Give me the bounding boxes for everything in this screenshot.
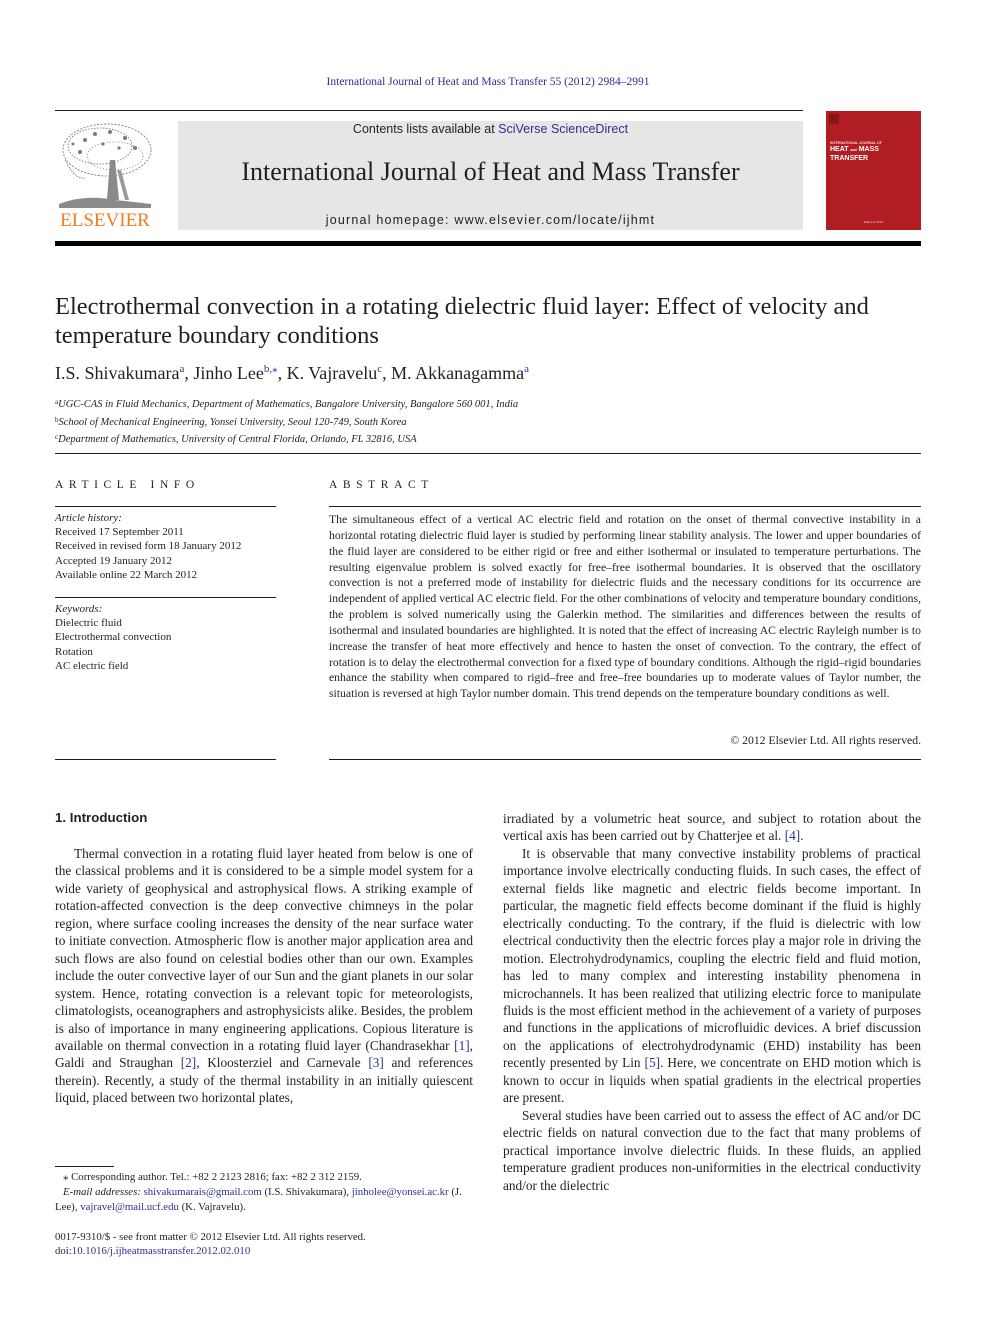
article-info-rule	[55, 759, 276, 760]
affiliations: aUGC-CAS in Fluid Mechanics, Department …	[55, 395, 921, 448]
author-name[interactable]: K. Vajravelu	[287, 363, 378, 383]
contents-prefix: Contents lists available at	[352, 122, 499, 136]
history-item: Received in revised form 18 January 2012	[55, 540, 242, 553]
keyword: Rotation	[55, 645, 93, 658]
article-title: Electrothermal convection in a rotating …	[55, 293, 869, 349]
affiliation-text: School of Mechanical Engineering, Yonsei…	[58, 416, 407, 428]
journal-cover-thumbnail[interactable]: INTERNATIONAL JOURNAL OF HEAT and MASS T…	[826, 111, 921, 230]
author-name[interactable]: I.S. Shivakumara	[55, 363, 179, 383]
article-info-heading: ARTICLE INFO	[55, 479, 200, 491]
corresponding-author-note: ⁎ Corresponding author. Tel.: +82 2 2123…	[63, 1171, 362, 1183]
history-item: Accepted 19 January 2012	[55, 554, 172, 567]
abstract-copyright: © 2012 Elsevier Ltd. All rights reserved…	[730, 734, 921, 747]
affiliation-text: Department of Mathematics, University of…	[58, 434, 417, 445]
affiliation-text: UGC-CAS in Fluid Mechanics, Department o…	[58, 399, 519, 410]
body-column-right: irradiated by a volumetric heat source, …	[503, 810, 921, 1194]
journal-citation[interactable]: International Journal of Heat and Mass T…	[0, 76, 976, 88]
sciencedirect-link[interactable]: SciVerse ScienceDirect	[498, 122, 628, 136]
elsevier-wordmark: ELSEVIER	[60, 210, 150, 231]
doi-line: doi:10.1016/j.ijheatmasstransfer.2012.02…	[55, 1245, 251, 1258]
affiliation: aUGC-CAS in Fluid Mechanics, Department …	[55, 395, 921, 413]
affiliation: cDepartment of Mathematics, University o…	[55, 430, 921, 448]
article-info-rule	[55, 597, 276, 598]
history-item: Available online 22 March 2012	[55, 568, 198, 581]
keywords-label: Keywords:	[55, 603, 103, 615]
contents-line: Contents lists available at SciVerse Sci…	[178, 122, 803, 136]
abstract-rule	[329, 506, 921, 507]
body-column-left: Thermal convection in a rotating fluid l…	[55, 845, 473, 1107]
reference-link[interactable]: [5]	[645, 1055, 661, 1070]
front-matter-copyright: 0017-9310/$ - see front matter © 2012 El…	[55, 1231, 366, 1243]
reference-link[interactable]: [1]	[454, 1038, 470, 1053]
author-name[interactable]: M. Akkanagamma	[391, 363, 524, 383]
article-info-rule	[55, 506, 276, 507]
author-affil-mark[interactable]: b,⁎	[264, 363, 278, 375]
author-list: I.S. Shivakumaraa, Jinho Leeb,⁎, K. Vajr…	[55, 363, 530, 383]
cover-subtitle: INTERNATIONAL JOURNAL OF	[830, 141, 882, 145]
abstract-heading: ABSTRACT	[329, 479, 434, 491]
email-addresses: E-mail addresses: shivakumarais@gmail.co…	[55, 1186, 462, 1213]
keyword: Electrothermal convection	[55, 631, 172, 644]
keyword: Dielectric fluid	[55, 617, 122, 630]
body-paragraph: irradiated by a volumetric heat source, …	[503, 811, 921, 844]
history-item: Received 17 September 2011	[55, 526, 184, 539]
email-link[interactable]: jinholee@yonsei.ac.kr	[352, 1186, 449, 1198]
body-paragraph: Several studies have been carried out to…	[503, 1107, 921, 1193]
cover-title-heat: HEAT	[830, 146, 849, 153]
elsevier-logo[interactable]: ELSEVIER	[55, 120, 155, 232]
email-link[interactable]: shivakumarais@gmail.com	[144, 1186, 262, 1198]
front-matter: 0017-9310/$ - see front matter © 2012 El…	[55, 1230, 473, 1259]
doi-link[interactable]: 10.1016/j.ijheatmasstransfer.2012.02.010	[72, 1245, 250, 1257]
cover-title-transfer: TRANSFER	[830, 154, 869, 162]
email-label: E-mail addresses:	[63, 1186, 144, 1198]
elsevier-tree-icon	[59, 123, 152, 208]
footnotes: ⁎ Corresponding author. Tel.: +82 2 2123…	[55, 1170, 473, 1215]
journal-banner: Contents lists available at SciVerse Sci…	[178, 121, 803, 230]
cover-title: HEAT and MASS TRANSFER	[830, 146, 879, 162]
author-name[interactable]: Jinho Lee	[193, 363, 263, 383]
journal-title: International Journal of Heat and Mass T…	[241, 157, 740, 186]
reference-link[interactable]: [2]	[181, 1055, 197, 1070]
keyword: AC electric field	[55, 659, 129, 672]
reference-link[interactable]: [4]	[785, 828, 801, 843]
keywords: Keywords: Dielectric fluid Electrotherma…	[55, 602, 276, 673]
body-paragraph: Thermal convection in a rotating fluid l…	[55, 846, 473, 1106]
cover-title-and: and	[850, 148, 857, 152]
affiliation: bSchool of Mechanical Engineering, Yonse…	[55, 413, 921, 431]
header-rule	[55, 110, 803, 111]
cover-title-mass: MASS	[858, 146, 879, 153]
article-history: Article history: Received 17 September 2…	[55, 511, 276, 582]
author-affil-mark[interactable]: c	[377, 363, 382, 375]
cover-logo-icon	[829, 114, 839, 124]
email-link[interactable]: vajravel@mail.ucf.edu	[80, 1201, 179, 1213]
section-heading-introduction: 1. Introduction	[55, 810, 148, 825]
article-history-label: Article history:	[55, 512, 122, 524]
body-paragraph: It is observable that many convective in…	[503, 845, 921, 1106]
header-thick-rule	[55, 241, 921, 246]
author-affil-mark[interactable]: a	[524, 363, 529, 375]
author-affil-mark[interactable]: a	[179, 363, 184, 375]
cover-editor: Editor-in-Chief	[863, 220, 884, 224]
reference-link[interactable]: [3]	[368, 1055, 384, 1070]
journal-homepage-link[interactable]: journal homepage: www.elsevier.com/locat…	[178, 213, 803, 227]
abstract-text: The simultaneous effect of a vertical AC…	[329, 513, 921, 701]
abstract-rule	[329, 759, 921, 760]
footnote-rule	[55, 1166, 114, 1167]
section-rule	[55, 453, 921, 454]
